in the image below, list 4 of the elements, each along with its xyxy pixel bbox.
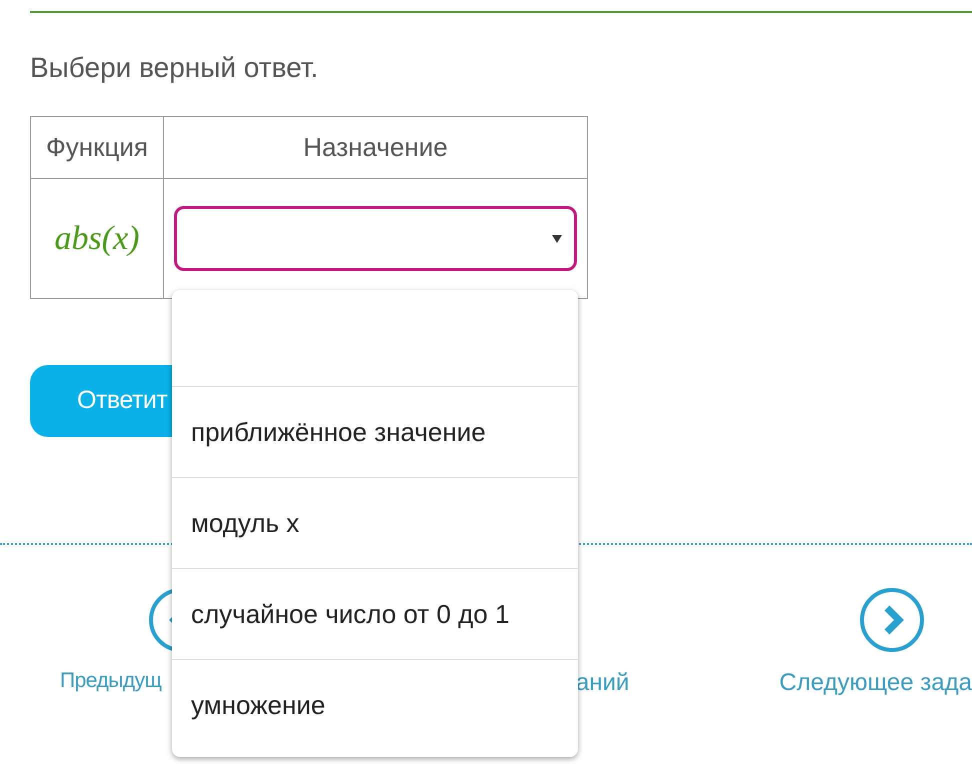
instruction-text: Выбери верный ответ. (30, 51, 318, 85)
function-cell: abs(x) (30, 178, 164, 298)
column-header: Функция (30, 116, 164, 178)
column-header: Назначение (164, 116, 588, 178)
